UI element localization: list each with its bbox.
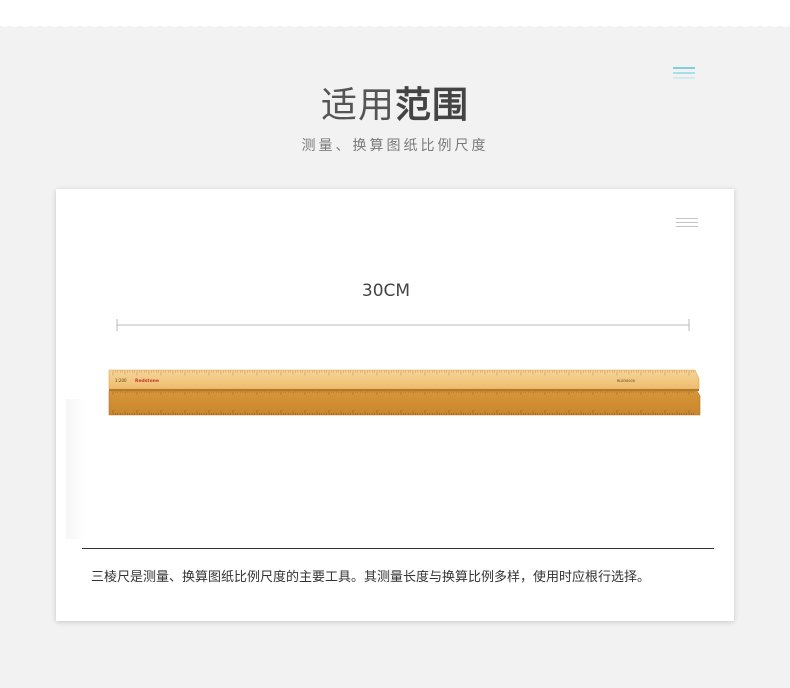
ruler-brand-text: Redstone (135, 378, 159, 384)
title-light-part: 适用 (320, 85, 395, 126)
page-title: 适用范围 (0, 84, 790, 128)
ruler-image: 1:200 Redstone RLB30000 (108, 369, 701, 416)
product-card: 30CM 1:200 Redstone RLB30000 三棱尺是测量、换算图纸… (56, 189, 734, 621)
length-label: 30CM (361, 281, 411, 301)
card-shade (66, 399, 86, 539)
ruler-scale-text: 1:200 (115, 378, 127, 383)
dimension-line (116, 319, 690, 331)
caption-text: 三棱尺是测量、换算图纸比例尺度的主要工具。其测量长度与换算比例多样，使用时应根行… (91, 570, 651, 585)
menu-lines-icon (676, 218, 698, 230)
title-bold-part: 范围 (395, 85, 470, 126)
wavy-divider (0, 18, 790, 27)
triangular-scale-ruler: 1:200 Redstone RLB30000 (107, 369, 701, 421)
page-subtitle: 测量、换算图纸比例尺度 (301, 138, 489, 154)
decorative-stripes-icon (673, 67, 695, 82)
ruler-model-text: RLB30000 (617, 379, 635, 383)
caption-divider (82, 548, 714, 549)
